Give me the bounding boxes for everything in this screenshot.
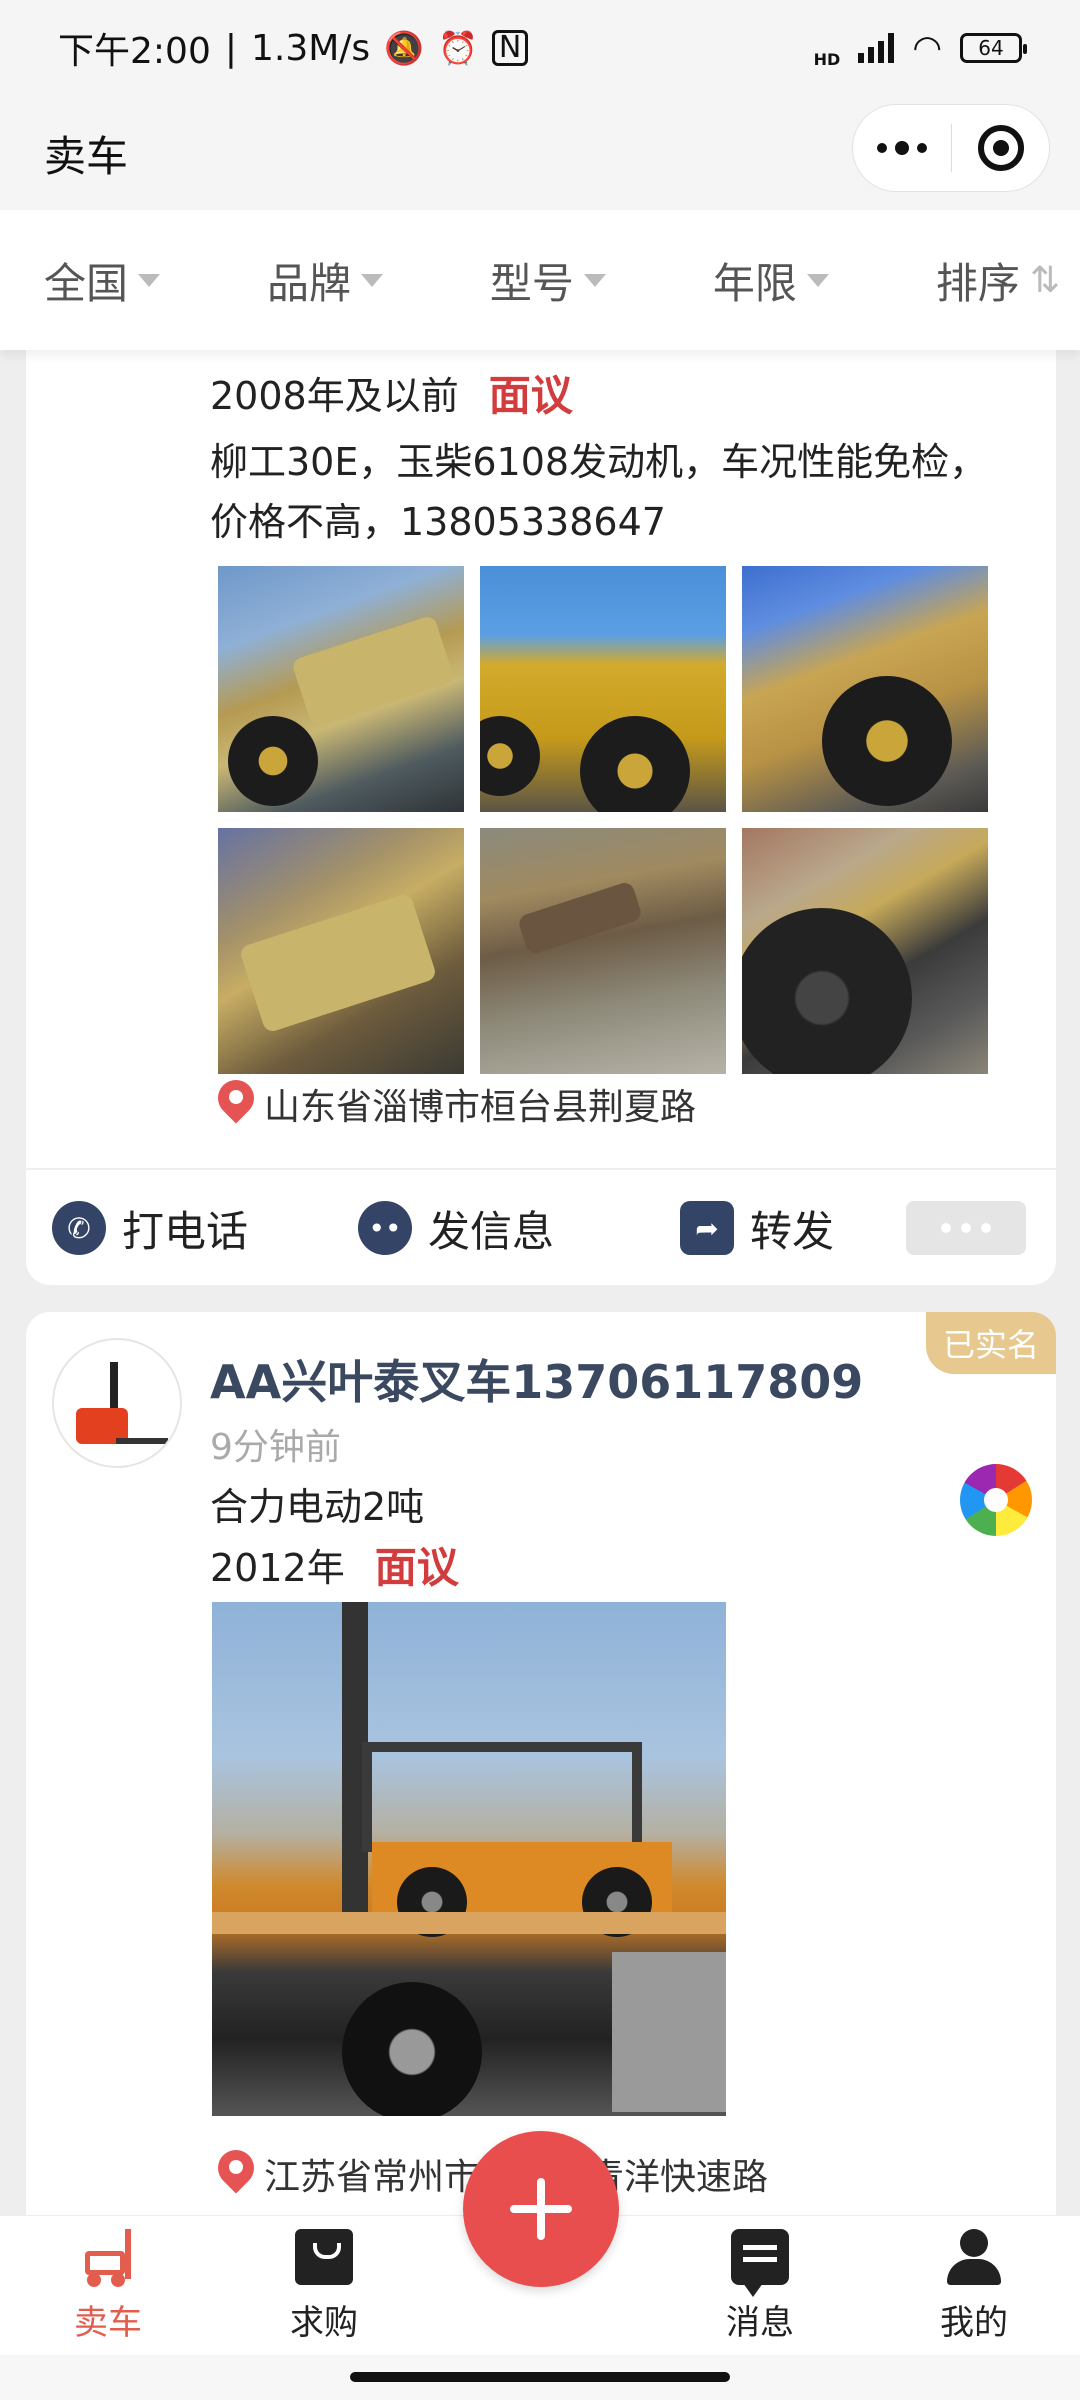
filter-year[interactable]: 年限 <box>713 250 829 311</box>
call-label: 打电话 <box>122 1206 249 1256</box>
listing-card[interactable]: ··· ··· 2008年及以前 面议 柳工30E，玉柴6108发动机，车况性能… <box>26 350 1056 1285</box>
filter-model[interactable]: 型号 <box>490 250 606 311</box>
message-label: 发信息 <box>428 1206 555 1256</box>
user-icon <box>945 2228 1003 2285</box>
post-time: 9分钟前 <box>210 1427 341 1468</box>
status-left: 下午2:00 | 1.3M/s 🔕 ⏰ N <box>58 22 529 74</box>
listing-photo[interactable] <box>742 566 988 812</box>
alarm-icon: ⏰ <box>438 29 478 67</box>
status-separator: | <box>224 27 237 69</box>
page-title: 卖车 <box>44 131 129 181</box>
more-dot-icon <box>895 141 909 155</box>
verified-badge: 已实名 <box>926 1312 1056 1374</box>
phone-icon: ✆ <box>52 1201 106 1255</box>
filter-label: 品牌 <box>266 258 351 308</box>
hd-label: HD <box>813 49 841 69</box>
listing-year: 2012年 <box>210 1546 345 1590</box>
mini-program-capsule <box>852 104 1050 192</box>
chat-bubble-icon: •• <box>358 1201 413 1255</box>
filter-brand[interactable]: 品牌 <box>267 250 383 311</box>
listing-photo[interactable] <box>218 566 464 812</box>
more-dot-icon <box>917 143 927 153</box>
status-right: HD ◠ 64 <box>813 28 1027 69</box>
dot-icon <box>961 1223 971 1233</box>
sort-arrows-icon: ⇅ <box>1029 259 1060 301</box>
location-pin-icon <box>218 1080 254 1128</box>
message-icon <box>731 2228 789 2297</box>
filter-label: 全国 <box>44 258 129 308</box>
listing-location: 山东省淄博市桓台县荆夏路 <box>218 1078 696 1130</box>
seller-name[interactable]: AA兴叶泰叉车13706117809 <box>210 1346 863 1412</box>
network-speed: 1.3M/s <box>250 27 371 69</box>
add-listing-button[interactable] <box>463 2131 619 2287</box>
listing-price: 面议 <box>488 371 573 420</box>
forklift-icon <box>79 2228 137 2287</box>
wifi-icon: ◠ <box>912 28 942 68</box>
listing-year-row: 2008年及以前 面议 <box>210 362 573 423</box>
seller-avatar[interactable] <box>52 1338 182 1468</box>
tab-label: 消息 <box>726 2302 794 2343</box>
more-options-button[interactable] <box>906 1201 1026 1255</box>
title-bar: 卖车 <box>0 96 1080 210</box>
listing-photo[interactable] <box>742 828 988 1074</box>
tab-sell[interactable]: 卖车 <box>28 2216 188 2356</box>
listing-photo[interactable] <box>480 828 726 1074</box>
listing-actions: ✆ 打电话 •• 发信息 ➦ 转发 <box>26 1170 1056 1285</box>
tab-profile[interactable]: 我的 <box>894 2216 1054 2356</box>
message-button[interactable]: •• 发信息 <box>358 1198 554 1259</box>
mute-bell-icon: 🔕 <box>384 29 425 67</box>
listing-year: 2008年及以前 <box>210 374 459 418</box>
shopping-bag-icon <box>295 2228 353 2285</box>
listing-feed[interactable]: ··· ··· 2008年及以前 面议 柳工30E，玉柴6108发动机，车况性能… <box>0 350 1080 2215</box>
listing-photo[interactable] <box>212 1602 726 2116</box>
filter-sort[interactable]: 排序 ⇅ <box>936 250 1060 311</box>
location-pin-icon <box>218 2150 254 2198</box>
dot-icon <box>941 1223 951 1233</box>
caret-down-icon <box>360 273 383 287</box>
share-label: 转发 <box>750 1206 835 1256</box>
filter-bar: 全国 品牌 型号 年限 排序 ⇅ <box>0 210 1080 350</box>
more-menu-button[interactable] <box>853 105 951 191</box>
filter-region[interactable]: 全国 <box>44 250 161 311</box>
listing-photo[interactable] <box>218 828 464 1074</box>
status-bar: 下午2:00 | 1.3M/s 🔕 ⏰ N HD ◠ 64 <box>0 0 1080 96</box>
battery-level: 64 <box>978 36 1004 60</box>
caret-down-icon <box>138 273 161 287</box>
listing-price: 面议 <box>374 1543 459 1592</box>
location-text: 山东省淄博市桓台县荆夏路 <box>264 1087 697 1128</box>
tab-label: 卖车 <box>74 2302 142 2343</box>
listing-photo[interactable] <box>480 566 726 812</box>
filter-label: 型号 <box>489 258 574 308</box>
status-time: 下午2:00 <box>58 31 211 72</box>
share-button[interactable]: ➦ 转发 <box>680 1198 834 1259</box>
dot-icon <box>981 1223 991 1233</box>
tab-label: 求购 <box>290 2302 358 2343</box>
listing-year-row: 2012年 面议 <box>210 1534 459 1595</box>
home-indicator[interactable] <box>350 2372 730 2382</box>
tab-label: 我的 <box>940 2302 1008 2343</box>
caret-down-icon <box>583 273 606 287</box>
share-arrow-icon: ➦ <box>680 1201 735 1255</box>
color-wheel-icon <box>960 1464 1032 1536</box>
listing-description: 柳工30E，玉柴6108发动机，车况性能免检，价格不高，13805338647 <box>210 440 988 544</box>
tab-buy[interactable]: 求购 <box>244 2216 404 2356</box>
tab-messages[interactable]: 消息 <box>680 2216 840 2356</box>
more-dot-icon <box>877 143 887 153</box>
filter-label: 排序 <box>935 258 1020 308</box>
plus-icon <box>537 2178 545 2240</box>
close-mini-program-button[interactable] <box>952 105 1049 191</box>
partially-visible-line: ··· ··· <box>210 350 295 358</box>
signal-icon <box>858 33 895 63</box>
caret-down-icon <box>806 273 829 287</box>
nfc-icon: N <box>491 30 529 66</box>
target-icon <box>977 125 1024 171</box>
photo-grid <box>218 566 988 1074</box>
listing-card[interactable]: 已实名 AA兴叶泰叉车13706117809 9分钟前 合力电动2吨 2012年… <box>26 1312 1056 2215</box>
listing-model: 合力电动2吨 <box>210 1485 425 1529</box>
filter-label: 年限 <box>712 258 797 308</box>
battery-icon: 64 <box>960 33 1027 63</box>
call-button[interactable]: ✆ 打电话 <box>52 1198 248 1259</box>
